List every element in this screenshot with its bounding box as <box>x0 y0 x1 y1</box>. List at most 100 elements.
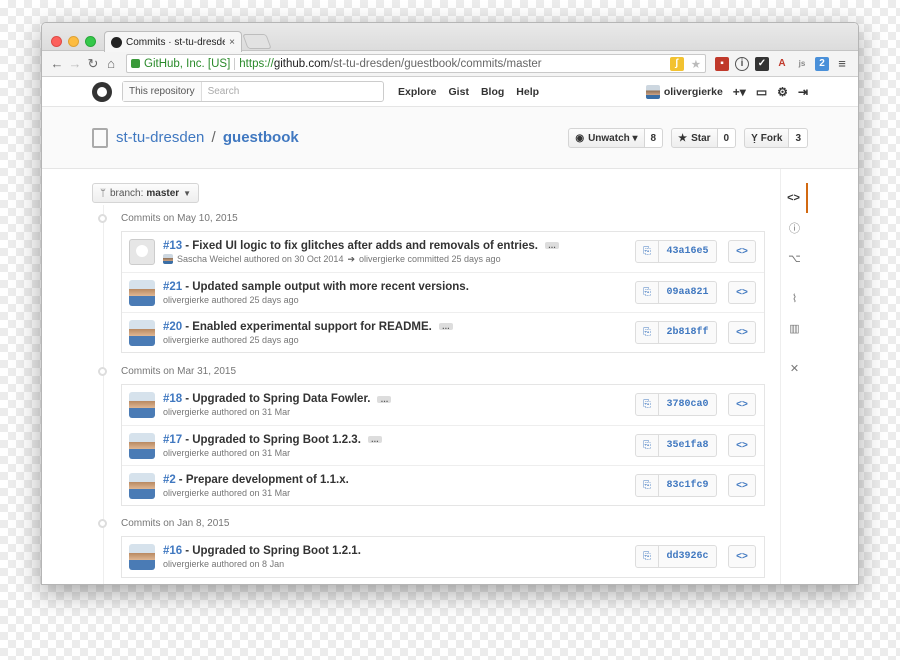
branch-selector[interactable]: ᛘ branch: master ▼ <box>92 183 200 203</box>
user-profile-link[interactable]: olivergierke <box>645 84 723 99</box>
watchers-count[interactable]: 8 <box>644 128 664 148</box>
reload-icon[interactable]: ↻ <box>84 56 102 72</box>
notifications-icon[interactable]: ▭ <box>756 85 767 99</box>
extension-info-icon[interactable]: i <box>735 56 749 71</box>
bookmark-star-icon[interactable]: ★ <box>691 57 701 71</box>
nav-gist-link[interactable]: Gist <box>449 86 469 98</box>
rail-pull-requests-tab[interactable]: ⌥ <box>781 243 808 273</box>
rail-pulse-tab[interactable]: ⌇ <box>781 283 808 313</box>
extension-check-icon[interactable]: ✓ <box>755 56 769 71</box>
rail-code-tab[interactable]: <> <box>781 183 808 213</box>
commit-title: - Upgraded to Spring Boot 1.2.3. <box>185 433 361 446</box>
unwatch-button[interactable]: ◉ Unwatch ▾ <box>568 128 645 148</box>
expand-message-button[interactable]: … <box>438 323 453 331</box>
avatar[interactable] <box>129 319 155 346</box>
address-bar[interactable]: GitHub, Inc. [US] https://github.com/st-… <box>126 54 706 73</box>
browse-code-button[interactable]: <> <box>728 240 756 263</box>
browser-toolbar: ← → ↻ ⌂ GitHub, Inc. [US] https://github… <box>42 51 858 77</box>
commit-row: #13 - Fixed UI logic to fix glitches aft… <box>122 232 764 272</box>
copy-sha-clipboard-icon[interactable]: ⎘ <box>635 393 659 416</box>
github-logo-icon[interactable] <box>92 81 112 102</box>
avatar[interactable] <box>129 279 155 306</box>
forward-arrow-icon[interactable]: → <box>66 56 84 71</box>
star-button[interactable]: ★ Star <box>671 128 718 148</box>
user-menu: olivergierke +▾ ▭ ⚙ ⇥ <box>645 84 858 99</box>
close-tab-icon[interactable]: × <box>229 37 235 48</box>
ev-certificate-label[interactable]: GitHub, Inc. [US] <box>144 57 236 70</box>
home-icon[interactable]: ⌂ <box>102 56 120 71</box>
avatar[interactable] <box>129 392 155 418</box>
avatar[interactable] <box>129 472 155 499</box>
browser-tab[interactable]: Commits · st-tu-dresden/ × <box>104 31 242 52</box>
browse-code-button[interactable]: <> <box>728 474 756 497</box>
browse-code-button[interactable]: <> <box>728 434 756 457</box>
commit-issue-link[interactable]: #20 <box>163 321 182 333</box>
stars-count[interactable]: 0 <box>717 128 737 148</box>
repo-name-link[interactable]: guestbook <box>223 129 299 146</box>
copy-sha-clipboard-icon[interactable]: ⎘ <box>635 474 659 497</box>
rail-settings-tab[interactable]: ✕ <box>781 353 808 383</box>
back-arrow-icon[interactable]: ← <box>48 56 66 71</box>
avatar[interactable] <box>129 239 155 265</box>
copy-sha-clipboard-icon[interactable]: ⎘ <box>635 545 659 568</box>
extension-blue-icon[interactable]: 2 <box>815 56 829 71</box>
commit-author: olivergierke authored on 8 Jan <box>163 559 285 569</box>
commit-sha-link[interactable]: 3780ca0 <box>659 393 717 416</box>
commit-issue-link[interactable]: #17 <box>163 434 182 446</box>
site-search[interactable]: This repository Search <box>122 81 384 102</box>
omnibox-icons: ʃ ★ <box>667 56 701 71</box>
settings-gear-icon[interactable]: ⚙ <box>777 85 788 99</box>
commit-sha-link[interactable]: 2b818ff <box>659 321 717 344</box>
rail-issues-tab[interactable]: ⓘ <box>781 213 808 243</box>
forks-count[interactable]: 3 <box>789 128 808 148</box>
minimize-window-button[interactable] <box>68 36 79 47</box>
repository-header: st-tu-dresden / guestbook ◉ Unwatch ▾ 8 ★… <box>42 107 858 169</box>
close-window-button[interactable] <box>51 36 62 47</box>
copy-sha-clipboard-icon[interactable]: ⎘ <box>635 281 659 304</box>
copy-sha-clipboard-icon[interactable]: ⎘ <box>635 434 659 457</box>
nav-explore-link[interactable]: Explore <box>398 86 437 98</box>
maximize-window-button[interactable] <box>85 36 96 47</box>
repository-title: st-tu-dresden / guestbook <box>116 129 299 146</box>
expand-message-button[interactable]: … <box>367 436 382 444</box>
rail-graphs-tab[interactable]: ▥ <box>781 313 808 343</box>
committed-arrow-icon: ➔ <box>347 253 355 264</box>
commit-author: olivergierke authored on 31 Mar <box>163 487 291 498</box>
avatar[interactable] <box>129 432 155 459</box>
nav-help-link[interactable]: Help <box>516 86 539 98</box>
repo-owner-link[interactable]: st-tu-dresden <box>116 129 204 146</box>
commit-issue-link[interactable]: #18 <box>163 393 182 405</box>
sign-out-icon[interactable]: ⇥ <box>798 85 808 99</box>
browse-code-button[interactable]: <> <box>728 321 756 344</box>
code-icon: <> <box>787 192 800 204</box>
pull-request-icon: ⌥ <box>788 252 801 265</box>
commit-list: #16 - Upgraded to Spring Boot 1.2.1. oli… <box>121 536 765 578</box>
extension-a-icon[interactable]: A <box>775 57 789 71</box>
extension-red-icon[interactable]: ▪ <box>715 56 729 71</box>
browse-code-button[interactable]: <> <box>728 281 756 304</box>
extension-js-icon[interactable]: js <box>795 57 809 71</box>
commit-sha-link[interactable]: dd3926c <box>659 545 717 568</box>
commit-issue-link[interactable]: #2 <box>163 474 176 486</box>
search-input[interactable]: Search <box>202 86 240 97</box>
commit-issue-link[interactable]: #16 <box>163 545 182 557</box>
commit-issue-link[interactable]: #21 <box>163 281 182 293</box>
commit-sha-link[interactable]: 43a16e5 <box>659 240 717 263</box>
copy-sha-clipboard-icon[interactable]: ⎘ <box>635 321 659 344</box>
extension-icon[interactable]: ʃ <box>669 56 684 71</box>
fork-button[interactable]: Ỵ Fork <box>744 128 790 148</box>
browse-code-button[interactable]: <> <box>728 393 756 416</box>
commit-issue-link[interactable]: #13 <box>163 240 182 252</box>
nav-blog-link[interactable]: Blog <box>481 86 504 98</box>
avatar[interactable] <box>129 544 155 570</box>
menu-hamburger-icon[interactable]: ≡ <box>835 56 849 71</box>
new-tab-button[interactable] <box>242 34 272 49</box>
copy-sha-clipboard-icon[interactable]: ⎘ <box>635 240 659 263</box>
expand-message-button[interactable]: … <box>377 395 392 403</box>
commit-sha-link[interactable]: 35e1fa8 <box>659 434 717 457</box>
commit-sha-link[interactable]: 83c1fc9 <box>659 474 717 497</box>
create-new-plus-icon[interactable]: +▾ <box>733 85 746 99</box>
expand-message-button[interactable]: … <box>544 242 559 250</box>
commit-sha-link[interactable]: 09aa821 <box>659 281 717 304</box>
browse-code-button[interactable]: <> <box>728 545 756 568</box>
